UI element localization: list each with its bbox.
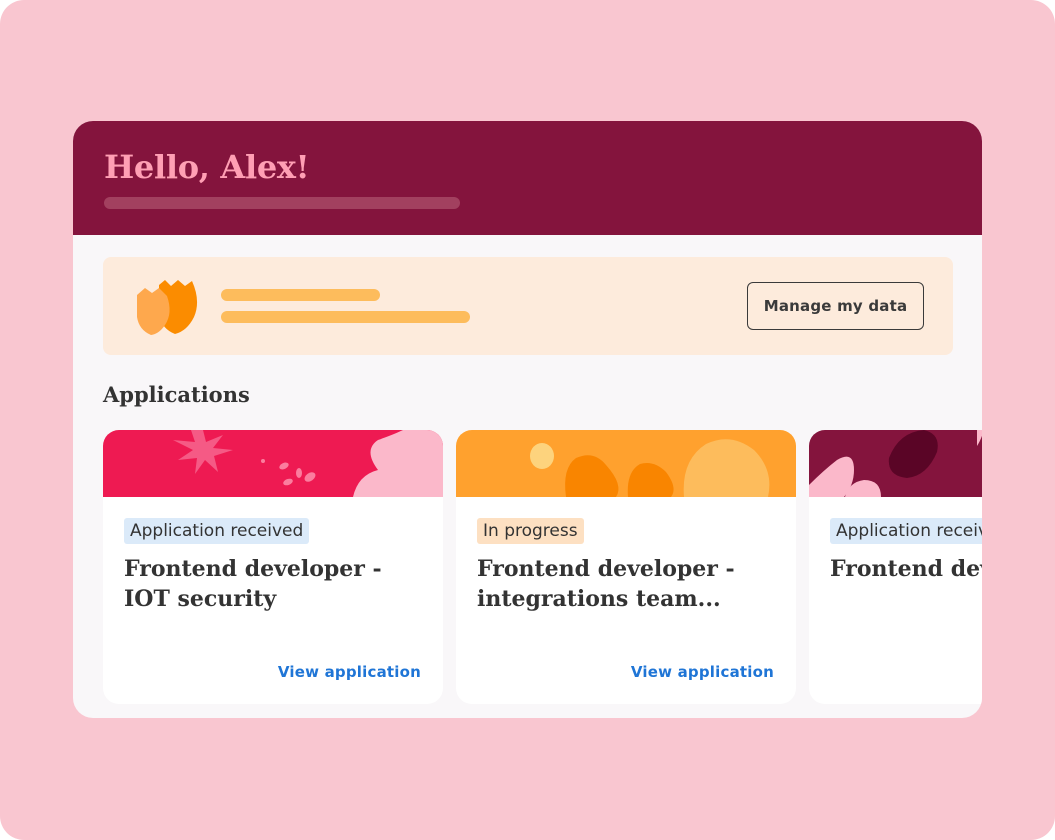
view-application-link[interactable]: View application xyxy=(278,663,421,681)
banner-text-placeholder xyxy=(221,289,380,301)
status-badge: In progress xyxy=(477,518,584,544)
job-title: Frontend developer - IOT security xyxy=(124,556,382,612)
card-banner-illustration xyxy=(809,430,982,497)
banner-text-placeholder xyxy=(221,311,470,323)
application-card[interactable]: Application received Frontend developer xyxy=(809,430,982,704)
greeting-subtext-placeholder xyxy=(104,197,460,209)
status-badge: Application received xyxy=(830,518,982,544)
card-banner-illustration xyxy=(103,430,443,497)
page-background: Hello, Alex! Manage my data Applications xyxy=(0,0,1055,840)
job-title: Frontend developer xyxy=(830,556,982,582)
manage-my-data-button[interactable]: Manage my data xyxy=(747,282,924,330)
application-card[interactable]: Application received Frontend developer … xyxy=(103,430,443,704)
card-banner-illustration xyxy=(456,430,796,497)
shield-icon xyxy=(137,280,198,335)
dashboard-window: Hello, Alex! Manage my data Applications xyxy=(73,121,982,718)
welcome-header: Hello, Alex! xyxy=(73,121,982,235)
data-privacy-banner: Manage my data xyxy=(103,257,953,355)
status-badge: Application received xyxy=(124,518,310,544)
greeting-heading: Hello, Alex! xyxy=(104,148,310,186)
applications-heading: Applications xyxy=(103,382,250,407)
application-card[interactable]: In progress Frontend developer - integra… xyxy=(456,430,796,704)
job-title: Frontend developer - integrations team..… xyxy=(477,556,735,612)
view-application-link[interactable]: View application xyxy=(631,663,774,681)
